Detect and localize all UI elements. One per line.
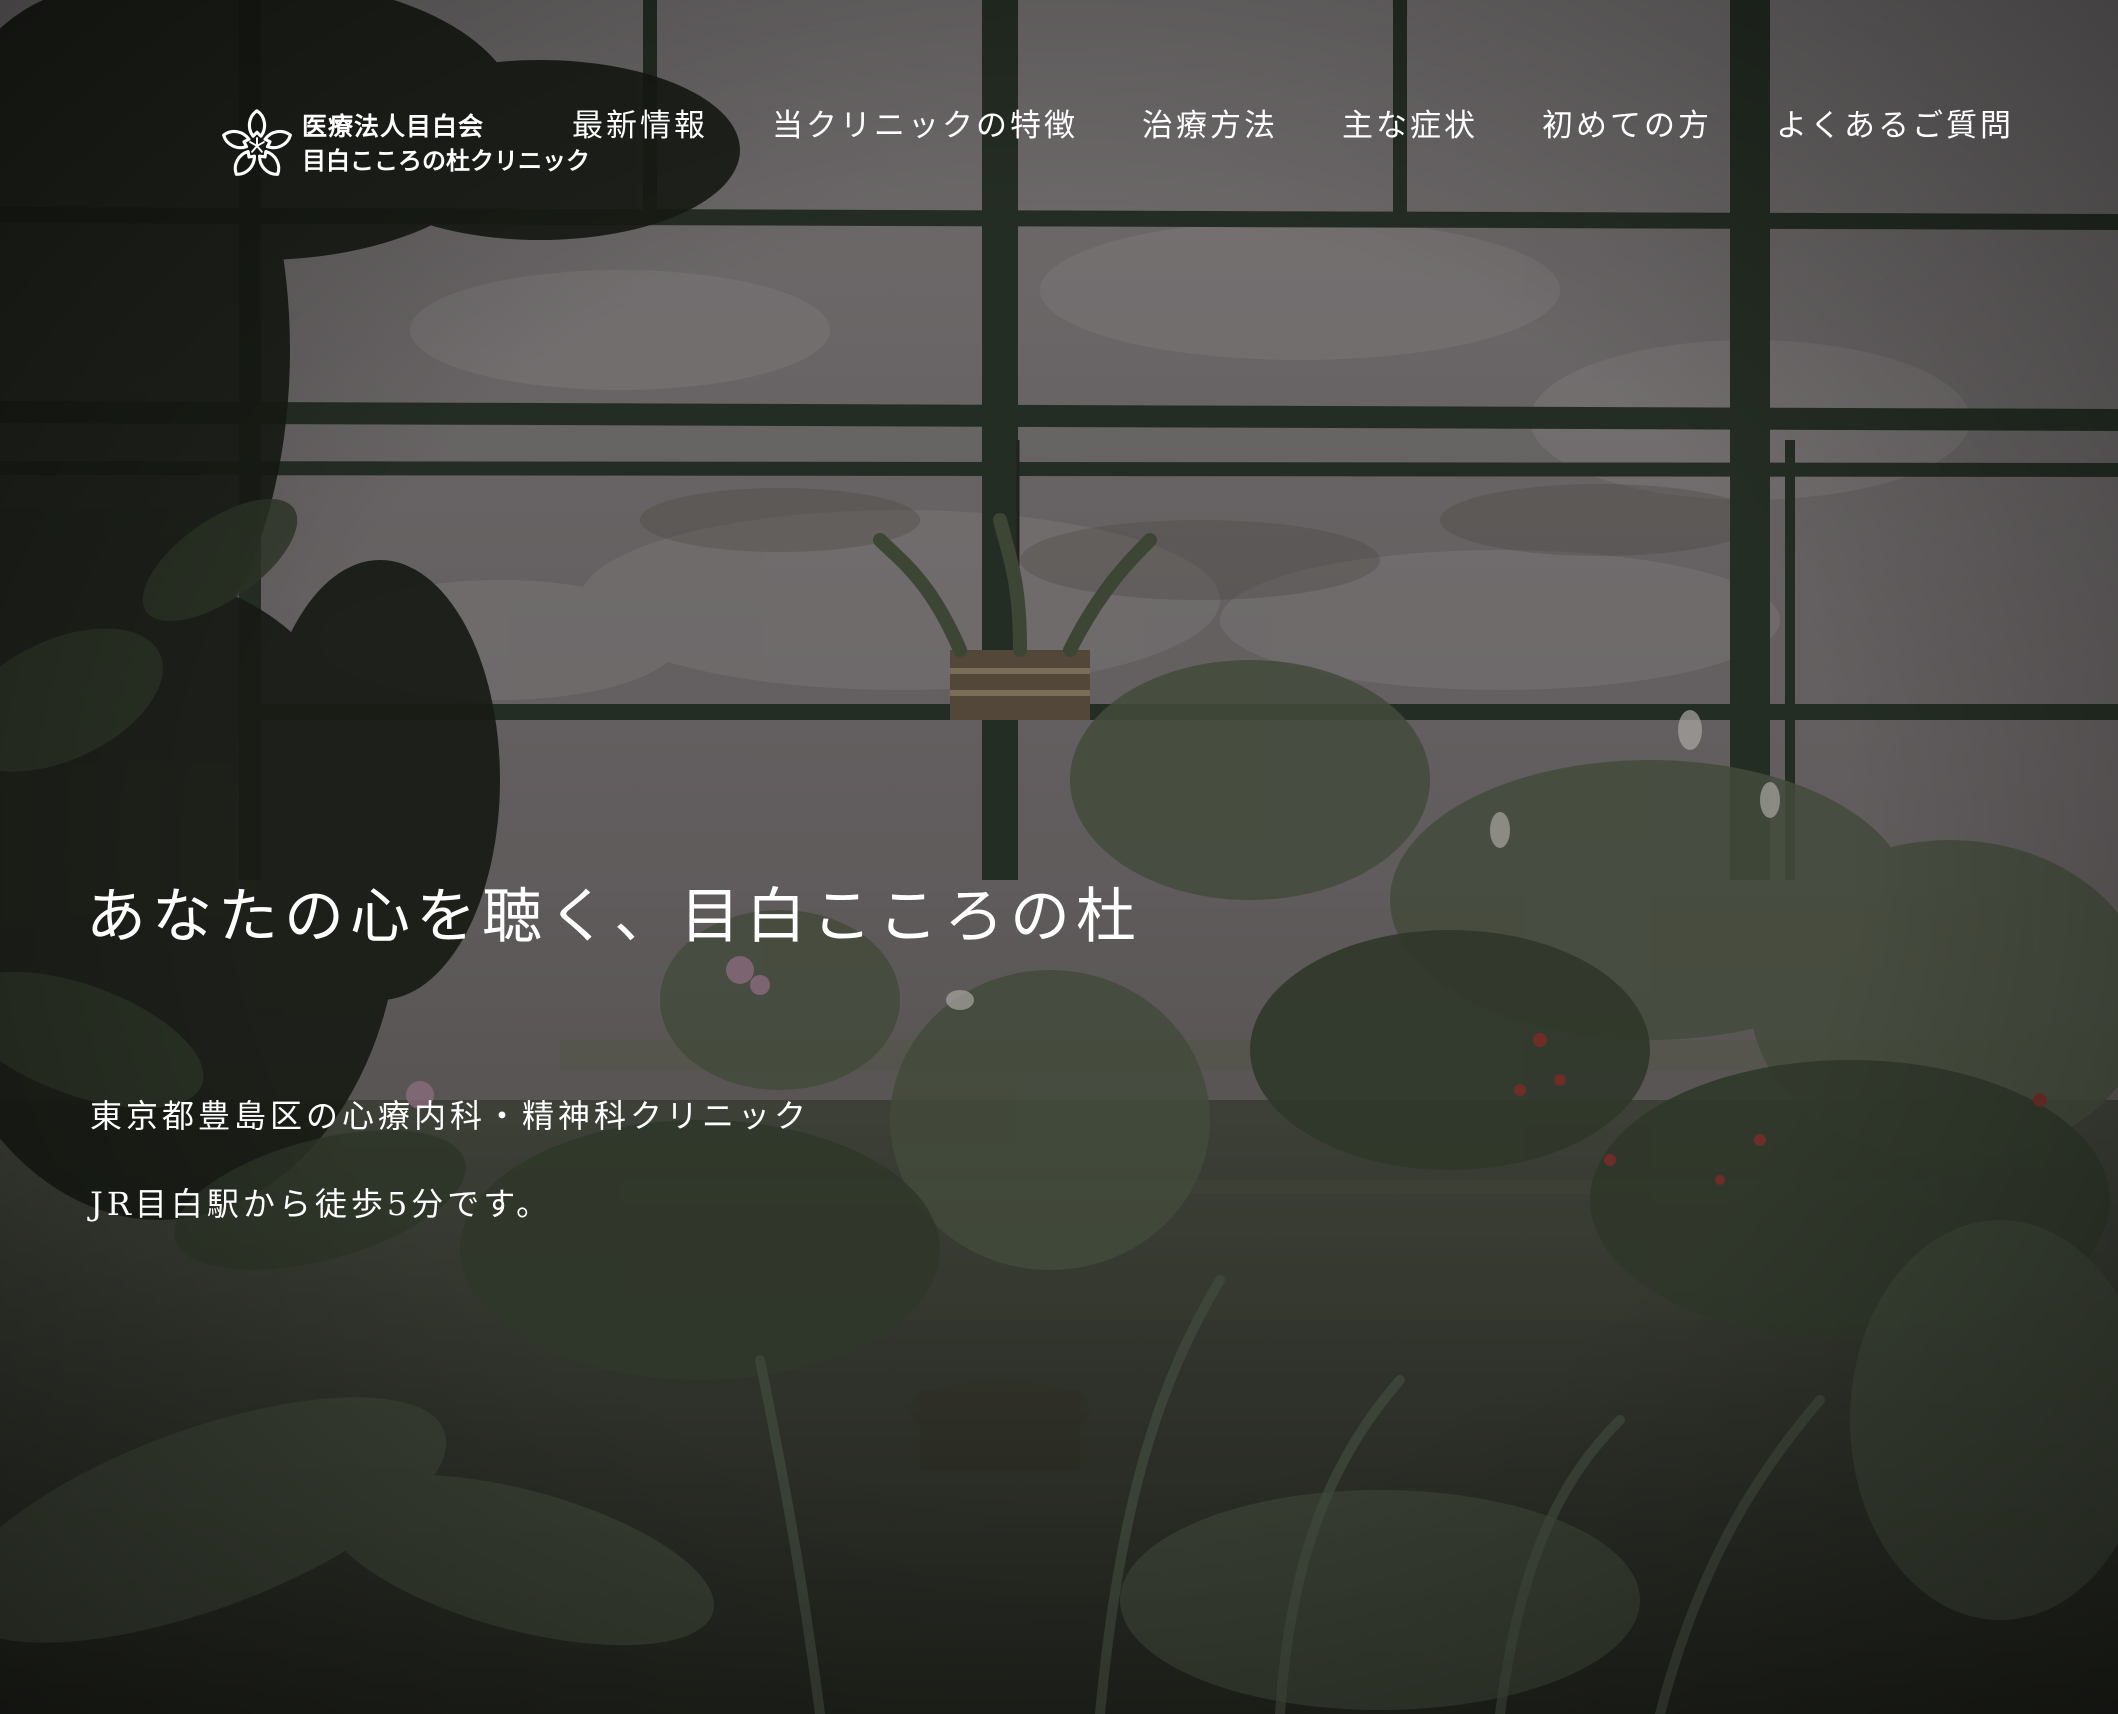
nav-item-faq[interactable]: よくあるご質問 (1776, 100, 2014, 145)
global-nav: 最新情報 当クリニックの特徴 治療方法 主な症状 初めての方 よくあるご質問 (572, 100, 2014, 150)
nav-item-symptoms[interactable]: 主な症状 (1342, 100, 1478, 145)
hero-access-text: JR目白駅から徒歩5分です。 (90, 1185, 553, 1223)
sakura-flower-icon (222, 109, 292, 176)
hero-copy: あなたの心を聴く、目白こころの杜 (86, 868, 1142, 955)
clinic-name-label: 目白こころの杜クリニック (302, 147, 590, 175)
nav-item-features[interactable]: 当クリニックの特徴 (772, 100, 1078, 145)
hero-section: 医療法人目白会 目白こころの杜クリニック 最新情報 当クリニックの特徴 治療方法… (0, 0, 2118, 1714)
site-header: 医療法人目白会 目白こころの杜クリニック 最新情報 当クリニックの特徴 治療方法… (0, 0, 2118, 260)
nav-item-first-visit[interactable]: 初めての方 (1542, 100, 1712, 145)
hero-subtext: 東京都豊島区の心療内科・精神科クリニック JR目白駅から徒歩5分です。 (90, 1072, 810, 1248)
clinic-name: 医療法人目白会 目白こころの杜クリニック (302, 110, 590, 178)
nav-item-news[interactable]: 最新情報 (572, 100, 708, 145)
corporation-name: 医療法人目白会 (302, 112, 485, 141)
clinic-logo[interactable]: 医療法人目白会 目白こころの杜クリニック (218, 104, 590, 184)
nav-item-treatment[interactable]: 治療方法 (1142, 100, 1278, 145)
hero-title: あなたの心を聴く、目白こころの杜 (86, 882, 1142, 952)
hero-location-text: 東京都豊島区の心療内科・精神科クリニック (90, 1097, 811, 1135)
